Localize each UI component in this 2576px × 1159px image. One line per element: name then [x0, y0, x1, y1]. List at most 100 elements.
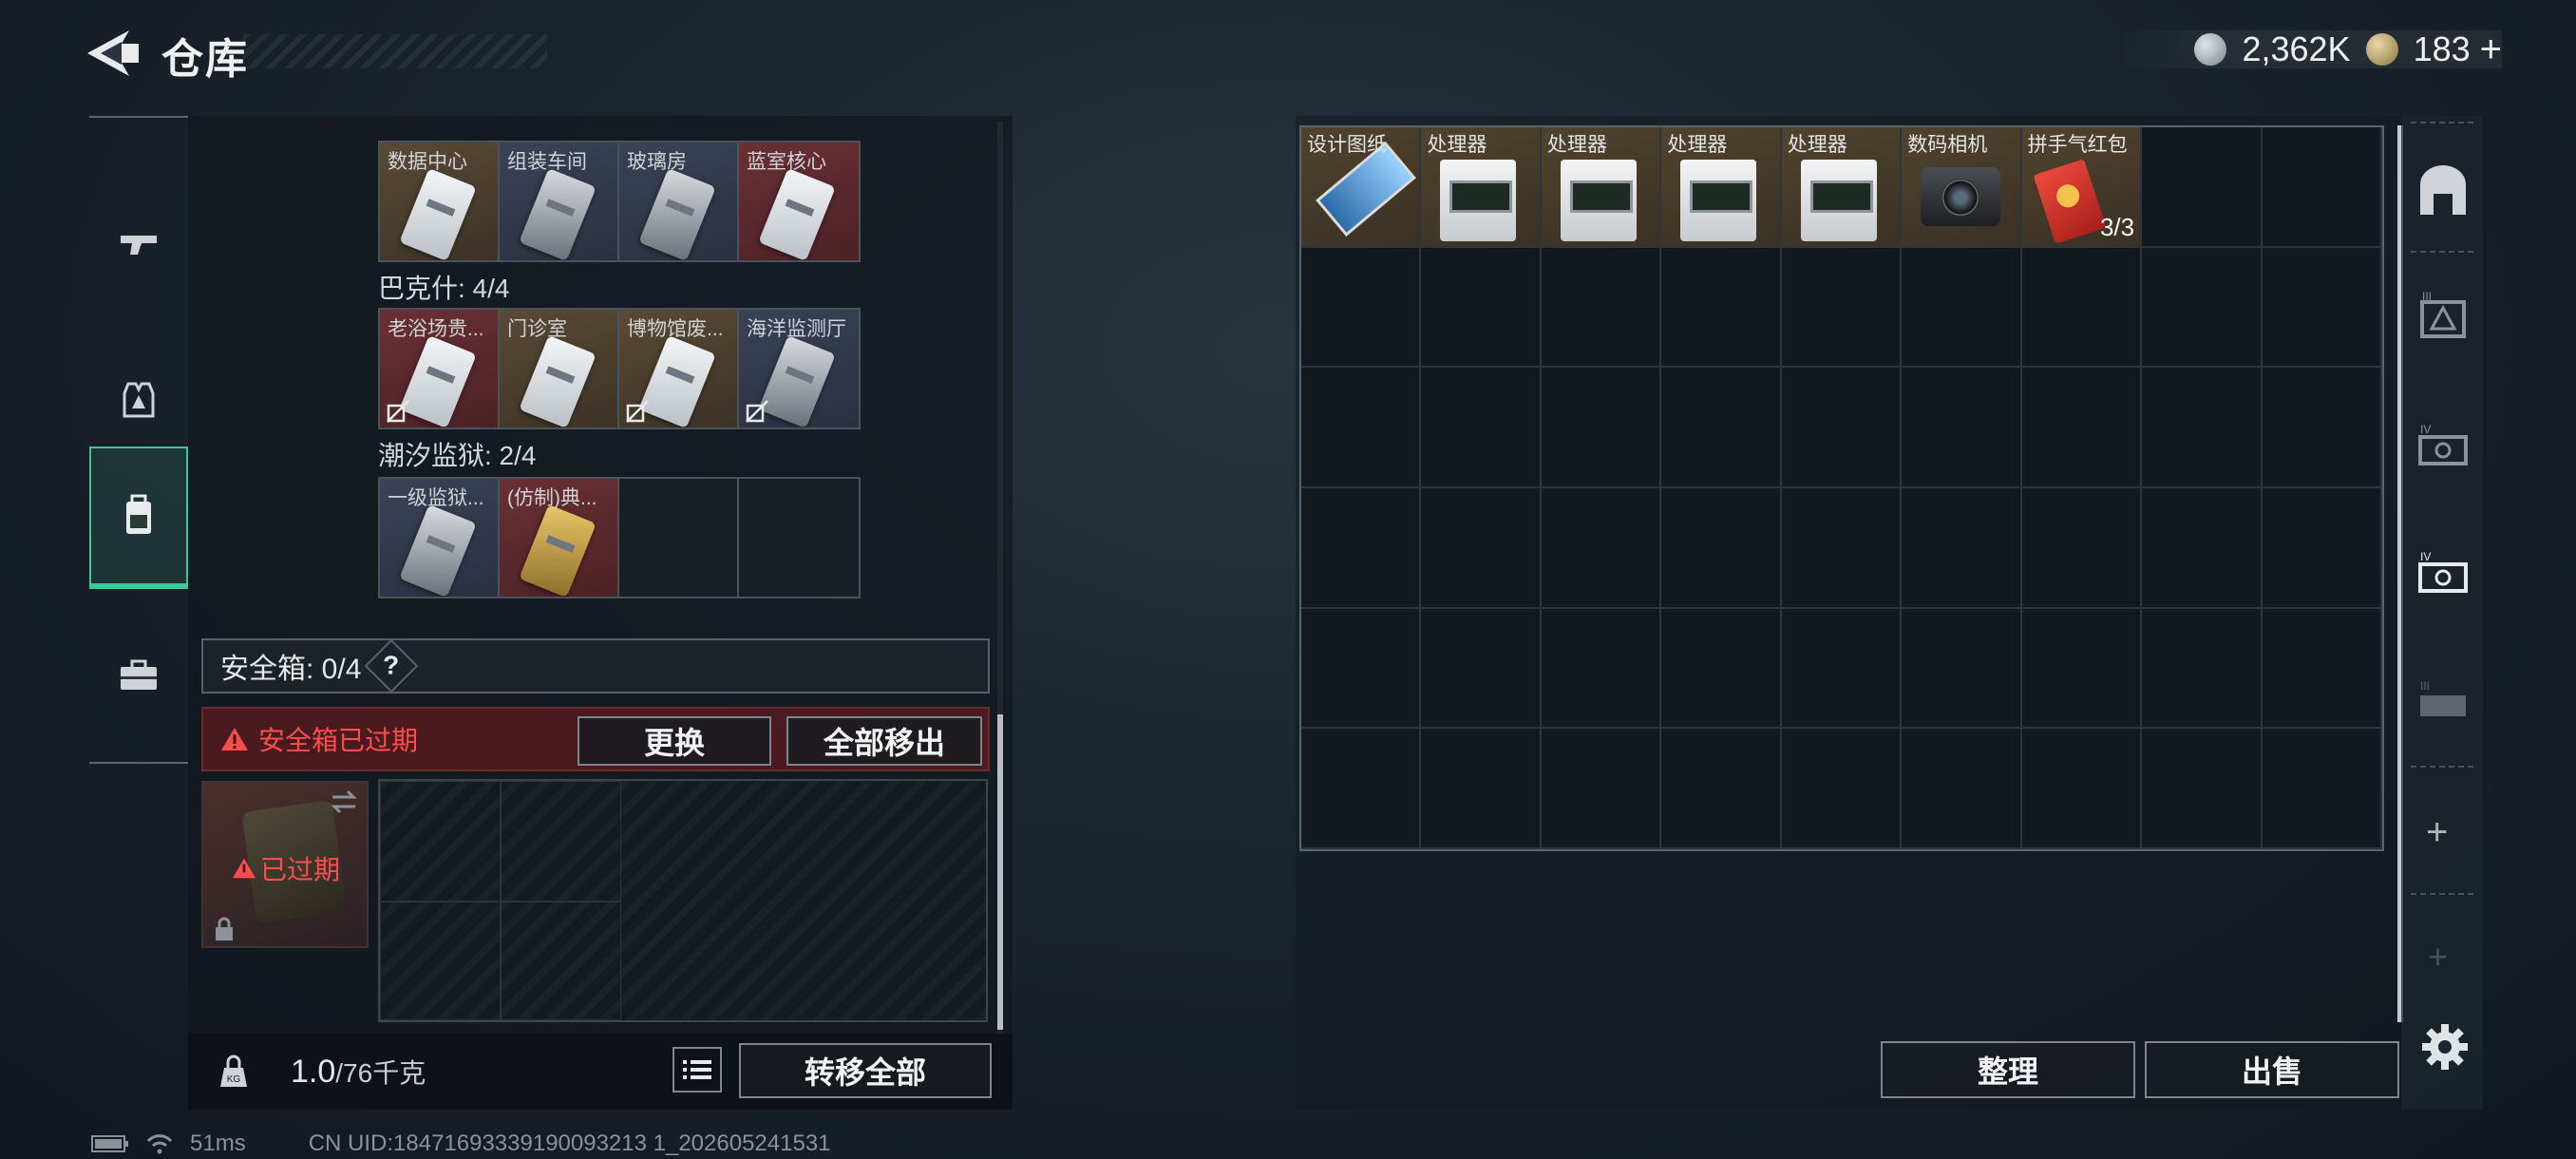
stash-cell[interactable]: [1301, 368, 1422, 488]
keycard-slot[interactable]: 门诊室: [500, 310, 619, 428]
stash-cell[interactable]: [1421, 487, 1542, 609]
sell-button[interactable]: 出售: [2145, 1041, 2399, 1098]
back-button[interactable]: [84, 27, 141, 80]
stash-cell[interactable]: [2021, 487, 2143, 609]
stash-item[interactable]: 处理器: [1541, 127, 1662, 248]
keycard-slot[interactable]: 玻璃房: [619, 142, 739, 260]
stash-cell[interactable]: [1902, 368, 2022, 488]
stash-cell[interactable]: [1781, 729, 1903, 849]
container-tab-3b[interactable]: III: [2415, 674, 2472, 732]
stash-item[interactable]: 数码相机: [1902, 127, 2022, 248]
stash-item[interactable]: 处理器: [1661, 127, 1782, 248]
stash-cell[interactable]: [1661, 608, 1782, 730]
stash-cell[interactable]: [1421, 608, 1542, 730]
stash-cell[interactable]: [1541, 247, 1662, 369]
add-currency-button[interactable]: +: [2480, 28, 2502, 71]
stash-cell[interactable]: [1781, 487, 1903, 609]
backpack-tab[interactable]: [89, 446, 188, 589]
weight-current: 1.0: [291, 1054, 336, 1090]
stash-cell[interactable]: [1301, 608, 1422, 730]
sort-button[interactable]: 整理: [1881, 1041, 2135, 1098]
stash-cell[interactable]: [1781, 247, 1903, 369]
container-tab-3[interactable]: III: [2415, 289, 2472, 346]
stash-cell[interactable]: [1902, 487, 2022, 609]
stash-cell[interactable]: [1301, 729, 1422, 849]
stash-cell[interactable]: [1661, 729, 1782, 849]
stash-cell[interactable]: [2021, 247, 2143, 369]
safe-box-grid[interactable]: [378, 779, 988, 1022]
stash-cell[interactable]: [2142, 729, 2263, 849]
stash-cell[interactable]: [1541, 368, 1662, 488]
stash-cell[interactable]: [2142, 608, 2263, 730]
keycard-slot[interactable]: 蓝室核心: [739, 142, 859, 260]
stash-cell[interactable]: [1661, 247, 1782, 369]
stash-item-label: 处理器: [1667, 134, 1728, 156]
stash-cell[interactable]: [1781, 368, 1903, 488]
stash-cell[interactable]: [2142, 368, 2263, 488]
remove-all-button[interactable]: 全部移出: [786, 716, 982, 766]
keycard-slot[interactable]: 一级监狱...: [380, 479, 500, 597]
stash-cell[interactable]: [2262, 127, 2382, 248]
stash-cell[interactable]: [2262, 608, 2382, 730]
stash-item[interactable]: 处理器: [1421, 127, 1542, 248]
stash-cell[interactable]: [1541, 487, 1662, 609]
help-button[interactable]: ?: [365, 638, 419, 694]
stash-cell[interactable]: [2262, 729, 2382, 849]
add-storage-button[interactable]: +: [2426, 811, 2448, 854]
stash-cell[interactable]: [1902, 608, 2022, 730]
stash-cell[interactable]: [1421, 247, 1542, 369]
stash-cell[interactable]: [1902, 729, 2022, 849]
stash-cell[interactable]: [1661, 487, 1782, 609]
stash-cell[interactable]: [2021, 368, 2143, 488]
stash-cell[interactable]: [1902, 247, 2022, 369]
weapon-tab[interactable]: [89, 173, 188, 315]
stash-grid[interactable]: 设计图纸 处理器 处理器 处理器 处理器 数码相机 拼手气红包 3/3: [1299, 125, 2384, 851]
transfer-all-button[interactable]: 转移全部: [739, 1043, 992, 1098]
keycard-slot[interactable]: 博物馆废...: [619, 310, 739, 428]
keycard-slot[interactable]: 组装车间: [500, 142, 619, 260]
expired-badge: 已过期: [232, 849, 340, 887]
stash-cell[interactable]: [1301, 487, 1422, 609]
stash-cell[interactable]: [2021, 729, 2143, 849]
stash-cell[interactable]: [1301, 247, 1422, 369]
stash-cell[interactable]: [1421, 729, 1542, 849]
keycard-slot[interactable]: 数据中心: [380, 142, 500, 260]
swap-icon[interactable]: [329, 788, 359, 815]
container-tab-4b[interactable]: IV: [2415, 545, 2472, 602]
replace-button[interactable]: 更换: [578, 716, 771, 766]
warehouse-tab[interactable]: [2415, 163, 2472, 220]
stash-cell[interactable]: [2262, 487, 2382, 609]
stash-cell[interactable]: [1541, 729, 1662, 849]
stash-cell[interactable]: [2142, 127, 2263, 248]
stash-cell[interactable]: [2021, 608, 2143, 730]
svg-text:III: III: [2420, 679, 2430, 693]
list-view-button[interactable]: [672, 1047, 722, 1092]
keycard-slot[interactable]: 老浴场贵...: [380, 310, 500, 428]
stash-cell[interactable]: [2142, 247, 2263, 369]
safe-box-slot[interactable]: 已过期: [201, 781, 369, 948]
stash-item[interactable]: 拼手气红包 3/3: [2021, 127, 2143, 248]
case-tab[interactable]: [89, 604, 188, 747]
stash-cell[interactable]: [2262, 368, 2382, 488]
battery-icon: [91, 1135, 128, 1152]
stash-item[interactable]: 处理器: [1781, 127, 1903, 248]
keycard-slot[interactable]: 海洋监测厅: [739, 310, 859, 428]
stash-cell[interactable]: [1781, 608, 1903, 730]
stash-cell[interactable]: [2142, 487, 2263, 609]
settings-button[interactable]: [2420, 1022, 2470, 1072]
wifi-icon: [146, 1134, 173, 1154]
stash-cell[interactable]: [1421, 368, 1542, 488]
inventory-scroll-thumb[interactable]: [997, 714, 1003, 1030]
stash-cell[interactable]: [1661, 368, 1782, 488]
container-tab-4a[interactable]: IV: [2415, 418, 2472, 475]
empty-keycard-slot[interactable]: [619, 479, 739, 597]
empty-keycard-slot[interactable]: [739, 479, 859, 597]
keycard-slot[interactable]: (仿制)典...: [500, 479, 619, 597]
stash-cell[interactable]: [1541, 608, 1662, 730]
stash-item[interactable]: 设计图纸: [1301, 127, 1422, 248]
container-level3b-icon: III: [2420, 679, 2466, 716]
keycard-icon: [519, 334, 597, 428]
stash-cell[interactable]: [2262, 247, 2382, 369]
warehouse-icon: [2420, 165, 2466, 215]
container-level3-icon: III: [2420, 290, 2466, 338]
